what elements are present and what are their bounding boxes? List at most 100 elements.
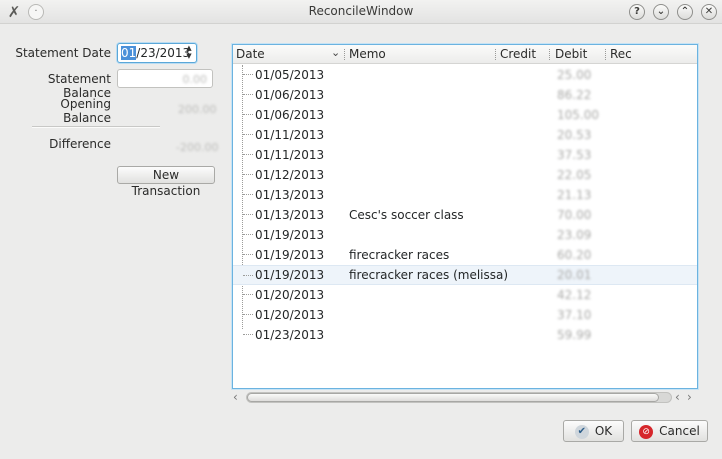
tree-branch bbox=[243, 275, 253, 276]
cell-date: 01/19/2013 bbox=[255, 268, 325, 282]
opening-balance-value: 200.00 bbox=[178, 103, 217, 116]
cell-date: 01/06/2013 bbox=[255, 108, 325, 122]
reconcile-window: ✗ · ReconcileWindow ? ⌄ ⌃ ✕ Statement Da… bbox=[0, 0, 722, 459]
cell-debit: 25.00 bbox=[557, 68, 592, 82]
scroll-thumb[interactable] bbox=[247, 393, 659, 402]
table-row[interactable]: 01/06/2013 86.22 bbox=[233, 85, 697, 105]
table-row[interactable]: 01/19/2013 23.09 bbox=[233, 225, 697, 245]
cell-date: 01/12/2013 bbox=[255, 168, 325, 182]
tree-branch bbox=[243, 134, 253, 135]
table-row[interactable]: 01/19/2013 firecracker races (melissa) 2… bbox=[233, 265, 697, 285]
ok-label: OK bbox=[594, 424, 613, 438]
difference-value: -200.00 bbox=[176, 141, 219, 154]
new-transaction-button[interactable]: New Transaction bbox=[117, 166, 215, 198]
sort-chevron-icon[interactable]: ⌄ bbox=[331, 46, 340, 59]
cell-memo: firecracker races (melissa) bbox=[349, 268, 509, 282]
table-header: Date ⌄ Memo Credit Debit Rec bbox=[233, 45, 697, 64]
spin-up-icon[interactable]: ▲ bbox=[184, 44, 194, 52]
table-row[interactable]: 01/20/2013 37.10 bbox=[233, 305, 697, 325]
statement-balance-input[interactable]: 0.00 bbox=[117, 69, 213, 88]
cell-date: 01/13/2013 bbox=[255, 208, 325, 222]
cell-memo: Cesc's soccer class bbox=[349, 208, 464, 222]
table-row[interactable]: 01/19/2013 firecracker races 60.20 bbox=[233, 245, 697, 265]
tree-branch bbox=[243, 254, 253, 255]
ok-check-icon: ✔ bbox=[574, 424, 589, 439]
cancel-icon: ⊘ bbox=[639, 424, 654, 439]
cancel-button[interactable]: ⊘ Cancel bbox=[631, 420, 708, 442]
scroll-left-end-icon[interactable]: ‹ bbox=[675, 390, 680, 404]
statement-date-label: Statement Date bbox=[15, 46, 111, 60]
column-header-credit[interactable]: Credit bbox=[500, 47, 536, 61]
table-row[interactable]: 01/12/2013 22.05 bbox=[233, 165, 697, 185]
close-icon[interactable]: ✕ bbox=[701, 4, 717, 20]
cell-date: 01/19/2013 bbox=[255, 248, 325, 262]
tree-branch bbox=[243, 154, 253, 155]
cell-date: 01/06/2013 bbox=[255, 88, 325, 102]
scroll-left-icon[interactable]: ‹ bbox=[233, 390, 238, 404]
tree-branch bbox=[243, 194, 253, 195]
cell-date: 01/11/2013 bbox=[255, 148, 325, 162]
cell-date: 01/20/2013 bbox=[255, 308, 325, 322]
table-row[interactable]: 01/06/2013 105.00 bbox=[233, 105, 697, 125]
help-icon[interactable]: ? bbox=[629, 4, 645, 20]
cell-debit: 105.00 bbox=[557, 108, 599, 122]
column-header-debit[interactable]: Debit bbox=[555, 47, 587, 61]
statement-balance-label: Statement Balance bbox=[47, 72, 111, 100]
cell-debit: 21.13 bbox=[557, 188, 592, 202]
tree-branch bbox=[243, 114, 253, 115]
form-divider bbox=[32, 126, 160, 128]
date-spinner[interactable]: ▲ ▼ bbox=[184, 44, 194, 62]
opening-balance-label: Opening Balance bbox=[60, 97, 111, 125]
transactions-table[interactable]: Date ⌄ Memo Credit Debit Rec 01/05/2013 … bbox=[232, 44, 698, 389]
table-row[interactable]: 01/11/2013 37.53 bbox=[233, 145, 697, 165]
tree-branch bbox=[243, 94, 253, 95]
minimize-icon[interactable]: ⌄ bbox=[653, 4, 669, 20]
table-row[interactable]: 01/13/2013 21.13 bbox=[233, 185, 697, 205]
cell-date: 01/13/2013 bbox=[255, 188, 325, 202]
cell-debit: 20.53 bbox=[557, 128, 592, 142]
cell-debit: 37.53 bbox=[557, 148, 592, 162]
tree-branch bbox=[243, 214, 253, 215]
tree-branch bbox=[243, 174, 253, 175]
column-separator[interactable] bbox=[344, 49, 345, 60]
table-row[interactable]: 01/13/2013 Cesc's soccer class 70.00 bbox=[233, 205, 697, 225]
window-title: ReconcileWindow bbox=[308, 4, 414, 18]
scroll-track[interactable] bbox=[246, 392, 672, 403]
cell-debit: 70.00 bbox=[557, 208, 592, 222]
cell-debit: 42.12 bbox=[557, 288, 592, 302]
column-header-date[interactable]: Date bbox=[236, 47, 265, 61]
cell-date: 01/23/2013 bbox=[255, 328, 325, 342]
cell-debit: 22.05 bbox=[557, 168, 592, 182]
difference-label: Difference bbox=[49, 137, 111, 151]
statement-date-field[interactable]: 01/23/2013 ▲ ▼ bbox=[117, 43, 197, 63]
ok-button[interactable]: ✔ OK bbox=[563, 420, 624, 442]
cell-date: 01/19/2013 bbox=[255, 228, 325, 242]
cell-date: 01/20/2013 bbox=[255, 288, 325, 302]
cell-date: 01/11/2013 bbox=[255, 128, 325, 142]
table-body: 01/05/2013 25.00 01/06/2013 86.22 01/06/… bbox=[233, 65, 697, 345]
column-separator[interactable] bbox=[605, 49, 606, 60]
column-header-rec[interactable]: Rec bbox=[610, 47, 632, 61]
date-rest-segment: /23/2013 bbox=[136, 46, 191, 60]
cell-debit: 20.01 bbox=[557, 268, 592, 282]
column-separator[interactable] bbox=[495, 49, 496, 60]
cell-debit: 37.10 bbox=[557, 308, 592, 322]
table-row[interactable]: 01/05/2013 25.00 bbox=[233, 65, 697, 85]
tree-branch bbox=[243, 74, 253, 75]
scroll-right-icon[interactable]: › bbox=[687, 390, 692, 404]
table-row[interactable]: 01/23/2013 59.99 bbox=[233, 325, 697, 345]
cancel-label: Cancel bbox=[659, 424, 700, 438]
statement-balance-value: 0.00 bbox=[182, 73, 208, 86]
spin-down-icon[interactable]: ▼ bbox=[184, 52, 194, 60]
maximize-icon[interactable]: ⌃ bbox=[677, 4, 693, 20]
cell-memo: firecracker races bbox=[349, 248, 450, 262]
tree-branch bbox=[243, 334, 253, 335]
title-bar: ✗ · ReconcileWindow ? ⌄ ⌃ ✕ bbox=[0, 0, 722, 24]
column-separator[interactable] bbox=[549, 49, 550, 60]
column-header-memo[interactable]: Memo bbox=[349, 47, 386, 61]
table-row[interactable]: 01/20/2013 42.12 bbox=[233, 285, 697, 305]
table-row[interactable]: 01/11/2013 20.53 bbox=[233, 125, 697, 145]
horizontal-scrollbar[interactable]: ‹ ‹ › bbox=[232, 390, 698, 406]
cell-debit: 59.99 bbox=[557, 328, 592, 342]
date-month-segment[interactable]: 01 bbox=[121, 46, 137, 60]
